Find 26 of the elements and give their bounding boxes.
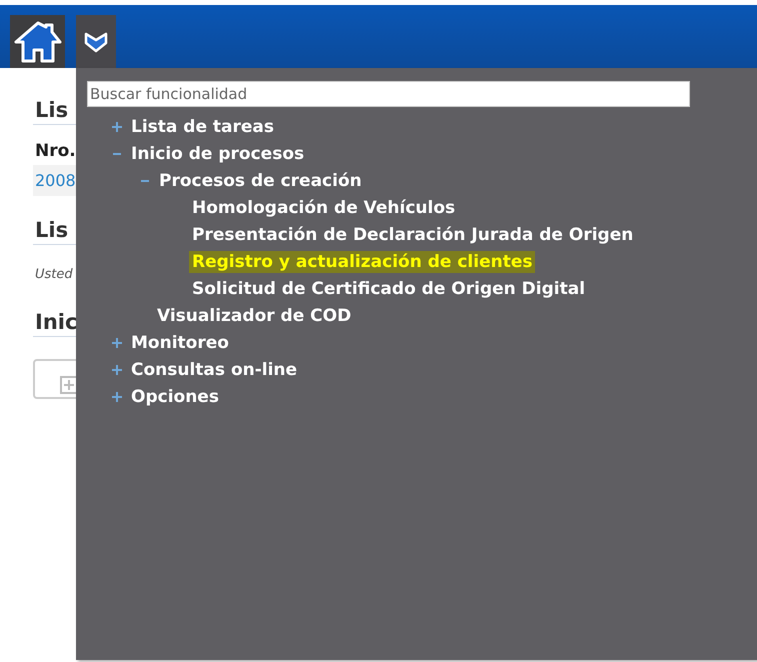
home-button[interactable] (10, 15, 65, 68)
empty-message: Usted (35, 267, 73, 282)
table-cell[interactable]: 2008 (33, 165, 78, 196)
section-title: Lis (34, 218, 68, 242)
search-field[interactable]: Buscar funcionalidad (87, 81, 690, 107)
column-header: Nro. (34, 140, 77, 163)
plus-icon[interactable] (112, 364, 122, 374)
menu-item[interactable]: Consultas on-line (128, 358, 300, 380)
menu-item[interactable]: Presentación de Declaración Jurada de Origen (189, 224, 636, 246)
menu-item[interactable]: Visualizador de COD (154, 304, 354, 326)
menu-item[interactable]: Homologación de Vehículos (189, 196, 458, 218)
menu-item[interactable]: Monitoreo (128, 332, 232, 354)
menu-item[interactable]: Opciones (128, 386, 222, 408)
home-icon (14, 20, 62, 64)
section-title: Lis (34, 98, 68, 122)
menu-item[interactable]: Procesos de creación (156, 170, 365, 192)
chevron-down-icon (84, 30, 108, 52)
menu-item[interactable]: Registro y actualización de clientes (189, 250, 536, 272)
menu-toggle-button[interactable] (76, 15, 116, 68)
section-title: Inic (34, 310, 78, 334)
menu-item[interactable]: Inicio de procesos (128, 142, 308, 164)
plus-icon[interactable] (112, 122, 122, 132)
menu-item[interactable]: Lista de tareas (128, 116, 278, 138)
plus-icon[interactable] (112, 392, 122, 402)
plus-icon[interactable] (112, 338, 122, 348)
menu-item[interactable]: Solicitud de Certificado de Origen Digital (189, 278, 588, 300)
